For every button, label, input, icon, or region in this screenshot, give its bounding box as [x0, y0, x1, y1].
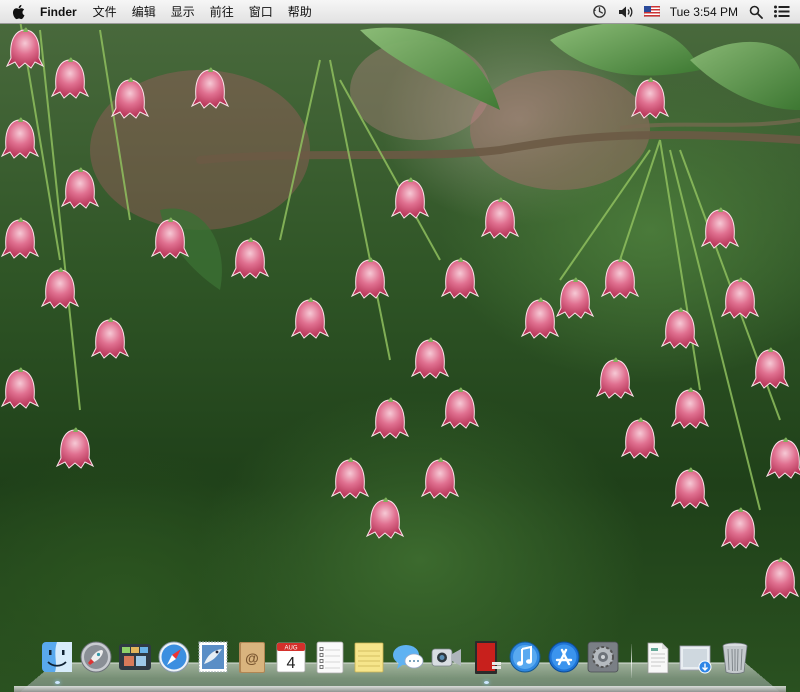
dock-shelf-edge [14, 686, 786, 692]
calendar-day-label: 4 [287, 655, 296, 672]
notification-center-icon[interactable] [774, 4, 790, 20]
input-source-flag-icon[interactable] [643, 4, 660, 20]
finder-icon [42, 642, 72, 672]
contacts-book-icon: @ [239, 642, 265, 673]
safari-compass-icon [158, 641, 190, 673]
apple-menu-icon[interactable] [10, 2, 28, 22]
dock-app-store[interactable] [547, 640, 581, 684]
menu-help[interactable]: 帮助 [288, 3, 312, 20]
menu-bar-clock[interactable]: Tue 3:54 PM [670, 5, 738, 19]
downloads-stack-icon [679, 645, 712, 674]
photo-booth-icon [475, 641, 501, 674]
menu-bar-left: Finder 文件 编辑 显示 前往 窗口 帮助 [0, 0, 327, 23]
mail-stamp-icon [198, 641, 228, 673]
system-preferences-gear-icon [587, 641, 619, 673]
messages-bubble-icon [393, 645, 424, 669]
dock-messages[interactable] [391, 640, 425, 684]
volume-icon[interactable] [618, 4, 634, 20]
menu-go[interactable]: 前往 [210, 3, 234, 20]
document-stack-icon [647, 642, 669, 674]
dock-launchpad[interactable] [79, 640, 113, 684]
running-indicator [55, 681, 60, 684]
calendar-month-label: AUG [284, 646, 297, 652]
dock-notes[interactable] [352, 640, 386, 684]
itunes-note-icon [509, 641, 541, 673]
dock-downloads-stack[interactable] [679, 640, 713, 684]
dock: @ AUG 4 [40, 632, 757, 684]
trash-can-icon [722, 642, 748, 674]
dock-safari[interactable] [157, 640, 191, 684]
dock-trash[interactable] [718, 640, 752, 684]
calendar-icon: AUG 4 [276, 642, 306, 673]
menu-edit[interactable]: 编辑 [132, 3, 156, 20]
running-indicator [484, 681, 489, 684]
notes-pad-icon [354, 642, 384, 673]
dock-document-stack[interactable] [640, 640, 674, 684]
dock-system-preferences[interactable] [586, 640, 620, 684]
desktop[interactable] [0, 0, 800, 692]
dock-facetime[interactable] [430, 640, 464, 684]
dock-calendar[interactable]: AUG 4 [274, 640, 308, 684]
launchpad-rocket-icon [80, 641, 112, 673]
menu-view[interactable]: 显示 [171, 3, 195, 20]
dock-mail[interactable] [196, 640, 230, 684]
dock-mission-control[interactable] [118, 640, 152, 684]
time-machine-icon[interactable] [592, 4, 608, 20]
menu-bar-status-area: Tue 3:54 PM [592, 0, 800, 23]
dock-contacts[interactable]: @ [235, 640, 269, 684]
menu-window[interactable]: 窗口 [249, 3, 273, 20]
svg-text:@: @ [245, 650, 259, 666]
dock-photo-booth[interactable] [469, 640, 503, 684]
facetime-camera-icon [431, 648, 461, 667]
app-store-icon [548, 641, 580, 673]
reminders-list-icon [316, 641, 344, 674]
dock-finder[interactable] [40, 640, 74, 684]
spotlight-search-icon[interactable] [748, 4, 764, 20]
menu-bar: Finder 文件 编辑 显示 前往 窗口 帮助 Tue 3:54 PM [0, 0, 800, 24]
dock-itunes[interactable] [508, 640, 542, 684]
dock-separator [631, 644, 632, 678]
dock-reminders[interactable] [313, 640, 347, 684]
menu-app-finder[interactable]: Finder [40, 5, 77, 19]
desktop-wallpaper [1, 19, 800, 599]
mission-control-icon [119, 644, 151, 670]
menu-file[interactable]: 文件 [93, 3, 117, 20]
